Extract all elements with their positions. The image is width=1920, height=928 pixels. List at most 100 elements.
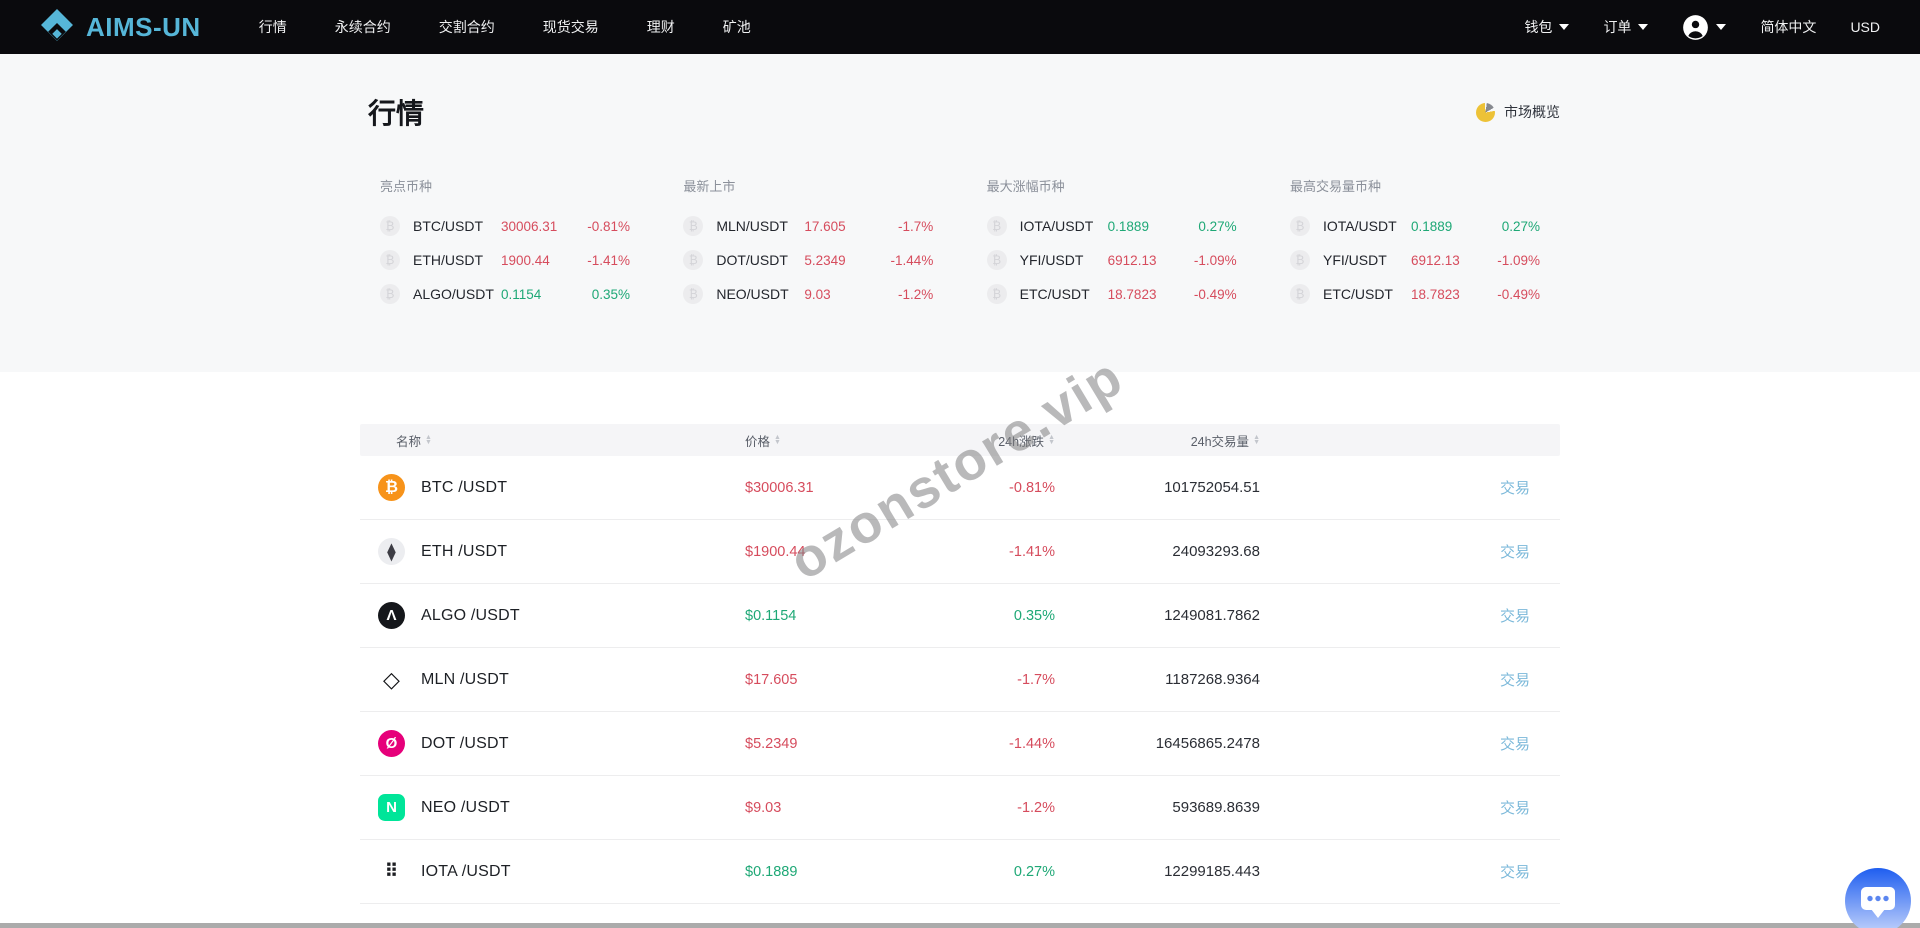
volume-value: 1187268.9364	[1165, 671, 1260, 688]
summary-column-title: 最新上市	[683, 179, 736, 194]
table-row[interactable]: ₿ BTC /USDT $30006.31 -0.81% 101752054.5…	[360, 456, 1560, 520]
summary-coin-row[interactable]: ₿ IOTA/USDT 0.1889 0.27%	[1289, 209, 1540, 243]
coin-placeholder-icon: ₿	[986, 250, 1007, 270]
change-value: -1.09%	[1497, 252, 1540, 268]
market-overview-label: 市场概览	[1504, 104, 1560, 120]
column-header-name[interactable]: 名称	[360, 431, 745, 450]
brand-logo-icon	[40, 8, 74, 47]
nav-item-pool[interactable]: 矿池	[723, 17, 751, 37]
sort-icon[interactable]	[1048, 435, 1055, 445]
coin-placeholder-icon: ₿	[986, 216, 1007, 236]
summary-coin-row[interactable]: ₿ YFI/USDT 6912.13 -1.09%	[1289, 243, 1540, 277]
orders-dropdown[interactable]: 订单	[1603, 17, 1649, 37]
change-value: -1.7%	[1017, 671, 1055, 688]
coin-placeholder-icon: ₿	[683, 250, 704, 270]
table-row[interactable]: ⧫ ETH /USDT $1900.44 -1.41% 24093293.68 …	[360, 520, 1560, 584]
trade-link[interactable]: 交易	[1500, 672, 1530, 689]
pair-label: IOTA/USDT	[1019, 218, 1094, 234]
change-value: -0.49%	[1193, 286, 1237, 302]
pair-label: DOT /USDT	[421, 734, 509, 752]
trade-link[interactable]: 交易	[1500, 736, 1530, 753]
summary-column-top-volume: 最高交易量币种 ₿ IOTA/USDT 0.1889 0.27% ₿ YFI/U…	[1289, 176, 1540, 311]
trade-link[interactable]: 交易	[1500, 480, 1530, 497]
change-value: -1.41%	[587, 252, 630, 268]
horizontal-scrollbar[interactable]	[0, 923, 1920, 928]
currency-selector[interactable]: USD	[1850, 19, 1880, 35]
summary-coin-row[interactable]: ₿ ETH/USDT 1900.44 -1.41%	[380, 243, 630, 277]
volume-value: 1249081.7862	[1164, 607, 1260, 624]
change-value: -1.44%	[890, 252, 934, 268]
table-row[interactable]: ⠿ IOTA /USDT $0.1889 0.27% 12299185.443 …	[360, 840, 1560, 904]
pair-label: ALGO/USDT	[413, 286, 494, 302]
nav-item-perpetual[interactable]: 永续合约	[335, 17, 391, 37]
trade-link[interactable]: 交易	[1500, 608, 1530, 625]
summary-grid: 亮点币种 ₿ BTC/USDT 30006.31 -0.81% ₿ ETH/US…	[360, 176, 1560, 311]
summary-coin-row[interactable]: ₿ ETC/USDT 18.7823 -0.49%	[986, 277, 1237, 311]
change-value: -0.81%	[587, 218, 630, 234]
table-row[interactable]: N NEO /USDT $9.03 -1.2% 593689.8639 交易	[360, 776, 1560, 840]
trade-link[interactable]: 交易	[1500, 864, 1530, 881]
sort-icon[interactable]	[1253, 435, 1260, 445]
volume-value: 101752054.51	[1164, 479, 1260, 496]
change-value: 0.27%	[1013, 863, 1055, 880]
price-value: 5.2349	[804, 252, 846, 268]
page-title: 行情	[368, 98, 425, 129]
summary-column-highlight: 亮点币种 ₿ BTC/USDT 30006.31 -0.81% ₿ ETH/US…	[380, 176, 630, 311]
summary-coin-row[interactable]: ₿ BTC/USDT 30006.31 -0.81%	[380, 209, 630, 243]
coin-placeholder-icon: ₿	[1289, 216, 1310, 236]
table-row[interactable]: Λ ALGO /USDT $0.1154 0.35% 1249081.7862 …	[360, 584, 1560, 648]
summary-coin-row[interactable]: ₿ DOT/USDT 5.2349 -1.44%	[683, 243, 933, 277]
language-selector[interactable]: 简体中文	[1760, 17, 1816, 37]
column-header-change[interactable]: 24h涨跌	[895, 431, 1055, 450]
chat-button[interactable]	[1845, 868, 1911, 928]
brand[interactable]: AIMS-UN	[40, 8, 201, 47]
change-value: 0.35%	[1013, 607, 1055, 624]
chevron-down-icon	[1638, 24, 1649, 30]
nav-item-markets[interactable]: 行情	[259, 17, 287, 37]
nav-item-earn[interactable]: 理财	[647, 17, 675, 37]
trade-link[interactable]: 交易	[1500, 544, 1530, 561]
price-value: 18.7823	[1410, 286, 1460, 302]
summary-column-title: 亮点币种	[380, 179, 433, 194]
column-header-price[interactable]: 价格	[745, 431, 895, 450]
pair-label: ETC/USDT	[1019, 286, 1090, 302]
summary-coin-row[interactable]: ₿ IOTA/USDT 0.1889 0.27%	[986, 209, 1237, 243]
account-dropdown[interactable]	[1682, 14, 1727, 41]
summary-coin-row[interactable]: ₿ MLN/USDT 17.605 -1.7%	[683, 209, 933, 243]
summary-coin-row[interactable]: ₿ ALGO/USDT 0.1154 0.35%	[380, 277, 630, 311]
nav-item-spot[interactable]: 现货交易	[543, 17, 599, 37]
price-value: 17.605	[804, 218, 846, 234]
nav-right: 钱包 订单 简体中文 USD	[1524, 14, 1880, 41]
nav-item-delivery[interactable]: 交割合约	[439, 17, 495, 37]
coin-placeholder-icon: ₿	[986, 284, 1007, 304]
coin-placeholder-icon: ₿	[380, 250, 400, 270]
table-row[interactable]: ◇ MLN /USDT $17.605 -1.7% 1187268.9364 交…	[360, 648, 1560, 712]
summary-coin-row[interactable]: ₿ ETC/USDT 18.7823 -0.49%	[1289, 277, 1540, 311]
summary-column-title: 最高交易量币种	[1289, 179, 1381, 194]
table-row[interactable]: Ø DOT /USDT $5.2349 -1.44% 16456865.2478…	[360, 712, 1560, 776]
wallet-label: 钱包	[1524, 19, 1553, 35]
pair-label: ALGO /USDT	[421, 606, 520, 624]
trade-link[interactable]: 交易	[1500, 800, 1530, 817]
pair-label: IOTA/USDT	[1322, 218, 1397, 234]
pair-label: YFI/USDT	[1322, 252, 1387, 268]
pie-chart-icon	[1476, 102, 1495, 122]
wallet-dropdown[interactable]: 钱包	[1524, 17, 1570, 37]
price-value: 18.7823	[1107, 286, 1157, 302]
volume-value: 12299185.443	[1164, 863, 1260, 880]
pair-label: BTC /USDT	[421, 478, 508, 496]
column-header-volume[interactable]: 24h交易量	[1055, 431, 1260, 450]
coin-placeholder-icon: ₿	[380, 216, 400, 236]
price-value: 0.1889	[1107, 218, 1149, 234]
pair-label: MLN/USDT	[716, 218, 788, 234]
change-value: -1.09%	[1193, 252, 1237, 268]
sort-icon[interactable]	[425, 435, 432, 445]
summary-column-newly-listed: 最新上市 ₿ MLN/USDT 17.605 -1.7% ₿ DOT/USDT …	[683, 176, 933, 311]
sort-icon[interactable]	[774, 435, 781, 445]
summary-coin-row[interactable]: ₿ NEO/USDT 9.03 -1.2%	[683, 277, 933, 311]
orders-label: 订单	[1603, 19, 1632, 35]
market-overview-toggle[interactable]: 市场概览	[1476, 102, 1560, 122]
table-header-row: 名称 价格 24h涨跌 24h交易量	[360, 424, 1560, 456]
summary-coin-row[interactable]: ₿ YFI/USDT 6912.13 -1.09%	[986, 243, 1237, 277]
volume-value: 24093293.68	[1172, 543, 1260, 560]
